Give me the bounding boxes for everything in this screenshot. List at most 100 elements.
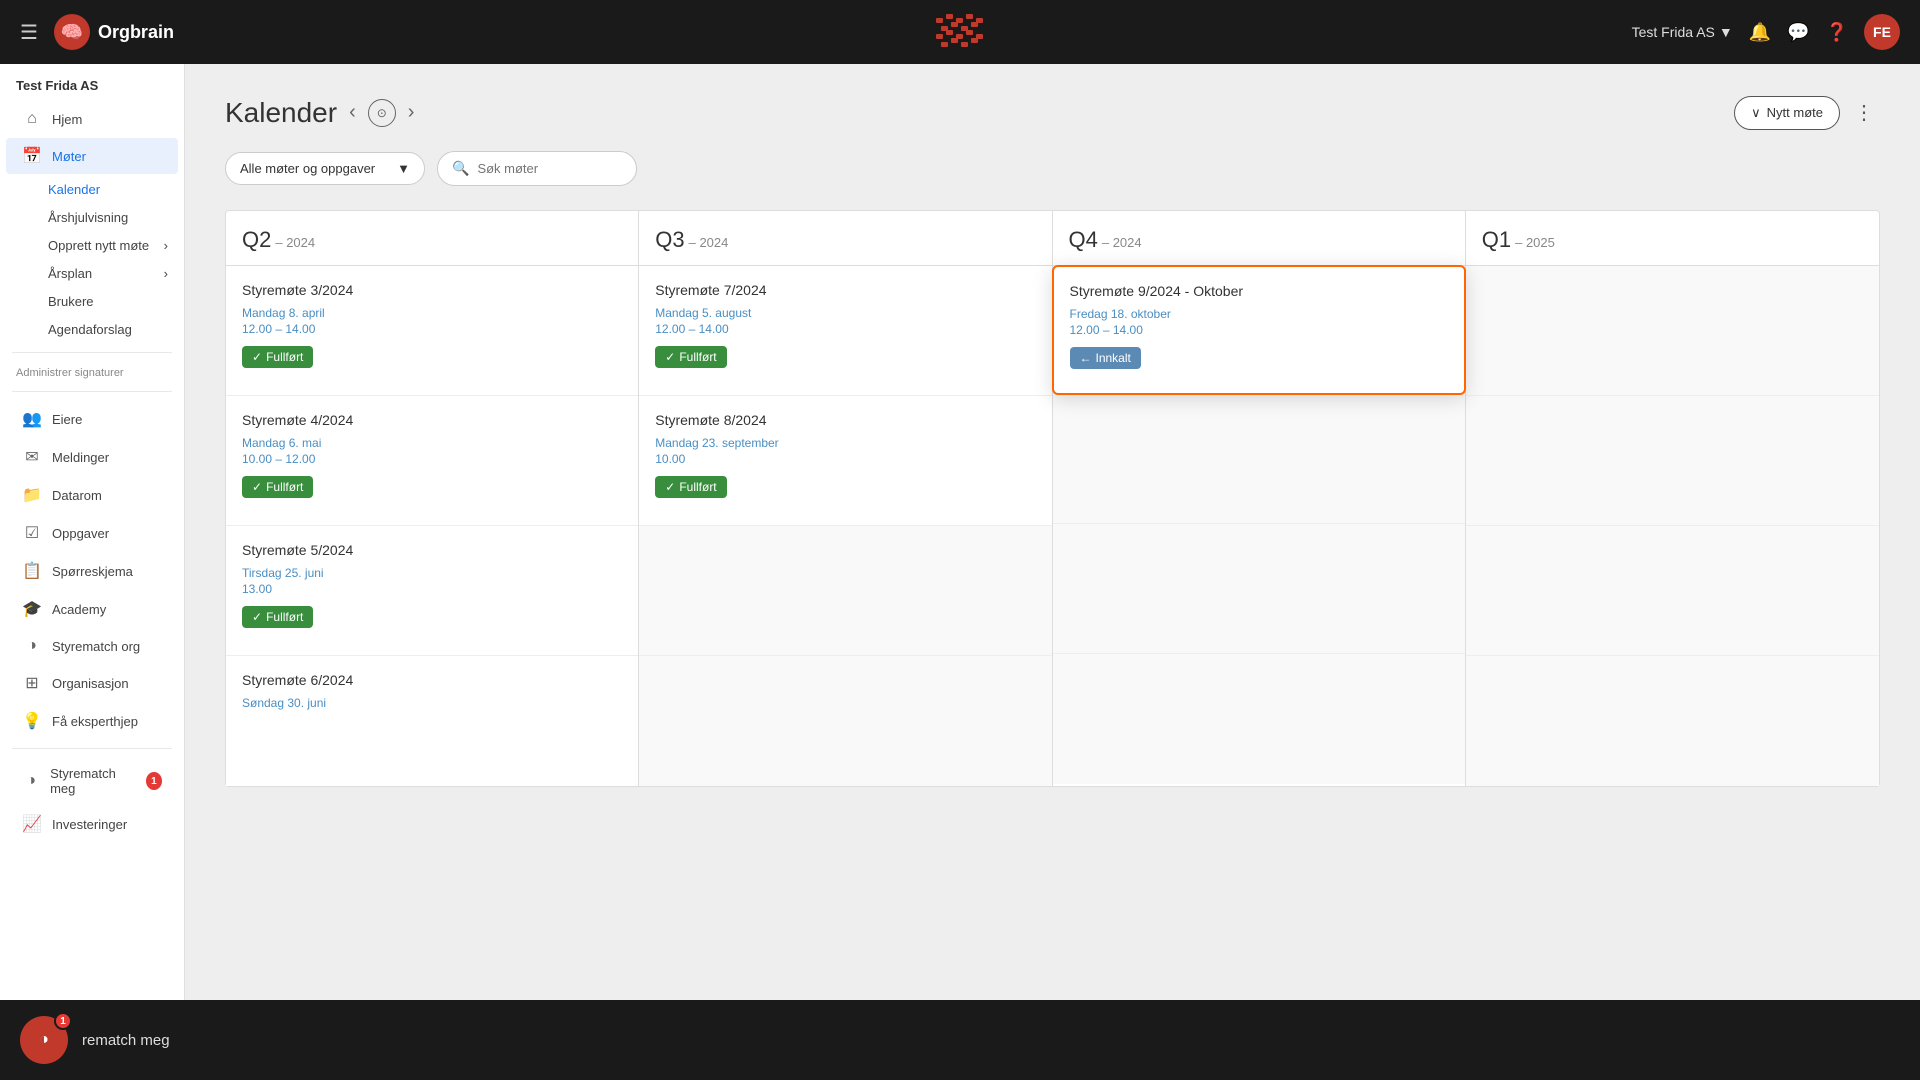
meeting-card-3[interactable]: Styremøte 3/2024 Mandag 8. april 12.00 –…: [226, 266, 638, 396]
expert-icon: 💡: [22, 711, 42, 731]
sidebar-item-meldinger[interactable]: ✉ Meldinger: [6, 439, 178, 475]
quarter-q1-2025-header: Q1 – 2025: [1466, 211, 1879, 266]
sidebar-subitem-agendaforslag[interactable]: Agendaforslag: [38, 316, 178, 343]
hamburger-icon[interactable]: ☰: [20, 20, 38, 45]
logo[interactable]: 🧠 Orgbrain: [54, 14, 174, 50]
more-options-button[interactable]: ⋮: [1848, 94, 1880, 131]
brain-icon: 🧠: [54, 14, 90, 50]
sidebar-divider-3: [12, 748, 172, 749]
meeting-card-6[interactable]: Styremøte 6/2024 Søndag 30. juni: [226, 656, 638, 786]
empty-cell-q3-1: [639, 526, 1051, 656]
notification-bell-icon[interactable]: 🔔: [1749, 22, 1771, 43]
chevron-down-icon: ∨: [1751, 105, 1761, 121]
empty-cell-q3-2: [639, 656, 1051, 786]
sidebar-item-organisasjon[interactable]: ⊞ Organisasjon: [6, 665, 178, 701]
quarter-q2: Q2 – 2024 Styremøte 3/2024 Mandag 8. apr…: [226, 211, 639, 786]
new-meeting-button[interactable]: ∨ Nytt møte: [1734, 96, 1840, 130]
sidebar-item-academy[interactable]: 🎓 Academy: [6, 591, 178, 627]
meeting-card-4[interactable]: Styremøte 4/2024 Mandag 6. mai 10.00 – 1…: [226, 396, 638, 526]
survey-icon: 📋: [22, 561, 42, 581]
main-content: Kalender ‹ ⊙ › ∨ Nytt møte ⋮ Alle møter …: [185, 64, 1920, 1000]
sidebar-subitem-opprett-nytt-mote[interactable]: Opprett nytt møte ›: [38, 232, 178, 259]
sidebar-subitem-arshjulvisning[interactable]: Årshjulvisning: [38, 204, 178, 231]
quarter-q2-label: Q2 – 2024: [242, 227, 622, 253]
quarter-q3-label: Q3 – 2024: [655, 227, 1035, 253]
sidebar-subitem-kalender[interactable]: Kalender: [38, 176, 178, 203]
status-badge: ✓ Fullført: [242, 606, 313, 628]
quarter-q3: Q3 – 2024 Styremøte 7/2024 Mandag 5. aug…: [639, 211, 1052, 786]
search-box: 🔍: [437, 151, 637, 186]
quarter-q4-header: Q4 – 2024: [1053, 211, 1465, 266]
sidebar-divider-2: [12, 391, 172, 392]
page-title: Kalender: [225, 97, 337, 129]
status-badge: ✓ Fullført: [655, 476, 726, 498]
help-icon[interactable]: ❓: [1826, 22, 1848, 43]
meeting-filter-select[interactable]: Alle møter og oppgaver ▼: [225, 152, 425, 185]
styrematch-meg-badge: 1: [146, 772, 162, 790]
empty-cell-q4-2: [1053, 524, 1465, 654]
bottom-avatar[interactable]: ◑ 1: [20, 1016, 68, 1064]
quarter-q2-header: Q2 – 2024: [226, 211, 638, 266]
sidebar-item-styrematch-meg[interactable]: ◑ Styrematch meg 1: [6, 758, 178, 804]
status-badge: ✓ Fullført: [242, 476, 313, 498]
empty-cell-q4-3: [1053, 654, 1465, 784]
sidebar-item-sporreskjema[interactable]: 📋 Spørreskjema: [6, 553, 178, 589]
empty-cell-q1-4: [1466, 656, 1879, 786]
bottom-text: rematch meg: [82, 1032, 170, 1049]
sidebar-item-datarom[interactable]: 📁 Datarom: [6, 477, 178, 513]
center-logo: [936, 12, 984, 52]
filter-row: Alle møter og oppgaver ▼ 🔍: [225, 151, 1880, 186]
arrow-right-icon: ›: [164, 266, 168, 281]
empty-cell-q4-1: [1053, 394, 1465, 524]
search-icon: 🔍: [452, 160, 469, 177]
sidebar-item-oppgaver[interactable]: ☑ Oppgaver: [6, 515, 178, 551]
styrematch-icon: ◑: [22, 637, 42, 655]
sidebar-item-eiere[interactable]: 👥 Eiere: [6, 401, 178, 437]
empty-cell-q1-2: [1466, 396, 1879, 526]
people-icon: 👥: [22, 409, 42, 429]
calendar-icon: 📅: [22, 146, 42, 166]
quarter-q1-2025: Q1 – 2025: [1466, 211, 1879, 786]
chat-icon[interactable]: 💬: [1787, 22, 1809, 43]
company-selector[interactable]: Test Frida AS ▼: [1632, 24, 1733, 40]
meeting-card-7[interactable]: Styremøte 7/2024 Mandag 5. august 12.00 …: [639, 266, 1051, 396]
search-input[interactable]: [477, 161, 617, 176]
arrow-right-icon: ›: [164, 238, 168, 253]
sidebar-item-investeringer[interactable]: 📈 Investeringer: [6, 806, 178, 842]
meeting-card-9-highlighted[interactable]: Styremøte 9/2024 - Oktober Fredag 18. ok…: [1052, 265, 1466, 395]
sidebar-subitem-arsplan[interactable]: Årsplan ›: [38, 260, 178, 287]
sidebar-item-styrematch-org[interactable]: ◑ Styrematch org: [6, 629, 178, 663]
chevron-down-icon: ▼: [1719, 24, 1733, 40]
today-button[interactable]: ⊙: [368, 99, 396, 127]
nav-prev-button[interactable]: ‹: [349, 101, 356, 124]
sidebar-company-name: Test Frida AS: [0, 64, 184, 101]
academy-icon: 🎓: [22, 599, 42, 619]
topbar-right: Test Frida AS ▼ 🔔 💬 ❓ FE: [1632, 14, 1900, 50]
org-icon: ⊞: [22, 673, 42, 693]
bottom-avatar-initials: ◑: [39, 1031, 49, 1049]
empty-cell-q1-1: [1466, 266, 1879, 396]
bottom-badge: 1: [54, 1012, 72, 1030]
sidebar-item-moter[interactable]: 📅 Møter: [6, 138, 178, 174]
sidebar-item-hjem[interactable]: ⌂ Hjem: [6, 102, 178, 136]
nav-next-button[interactable]: ›: [408, 101, 415, 124]
user-avatar[interactable]: FE: [1864, 14, 1900, 50]
sidebar-label-moter: Møter: [52, 149, 86, 164]
sidebar: Test Frida AS ⌂ Hjem 📅 Møter Kalender År…: [0, 64, 185, 1000]
sidebar-label-hjem: Hjem: [52, 112, 82, 127]
bottombar: ◑ 1 rematch meg: [0, 1000, 1920, 1080]
sidebar-item-eksperthjep[interactable]: 💡 Få eksperthjep: [6, 703, 178, 739]
chevron-down-icon: ▼: [397, 161, 410, 176]
calendar-header: Kalender ‹ ⊙ › ∨ Nytt møte ⋮: [225, 94, 1880, 131]
status-badge: ✓ Fullført: [655, 346, 726, 368]
empty-cell-q1-3: [1466, 526, 1879, 656]
folder-icon: 📁: [22, 485, 42, 505]
meeting-card-5[interactable]: Styremøte 5/2024 Tirsdag 25. juni 13.00 …: [226, 526, 638, 656]
sidebar-manage-signatures[interactable]: Administrer signaturer: [0, 361, 184, 383]
topbar-center: [936, 12, 984, 52]
quarter-q1-2025-label: Q1 – 2025: [1482, 227, 1863, 253]
sidebar-subitem-brukere[interactable]: Brukere: [38, 288, 178, 315]
meeting-card-8[interactable]: Styremøte 8/2024 Mandag 23. september 10…: [639, 396, 1051, 526]
topbar-left: ☰ 🧠 Orgbrain: [20, 14, 174, 50]
quarter-q4-label: Q4 – 2024: [1069, 227, 1449, 253]
